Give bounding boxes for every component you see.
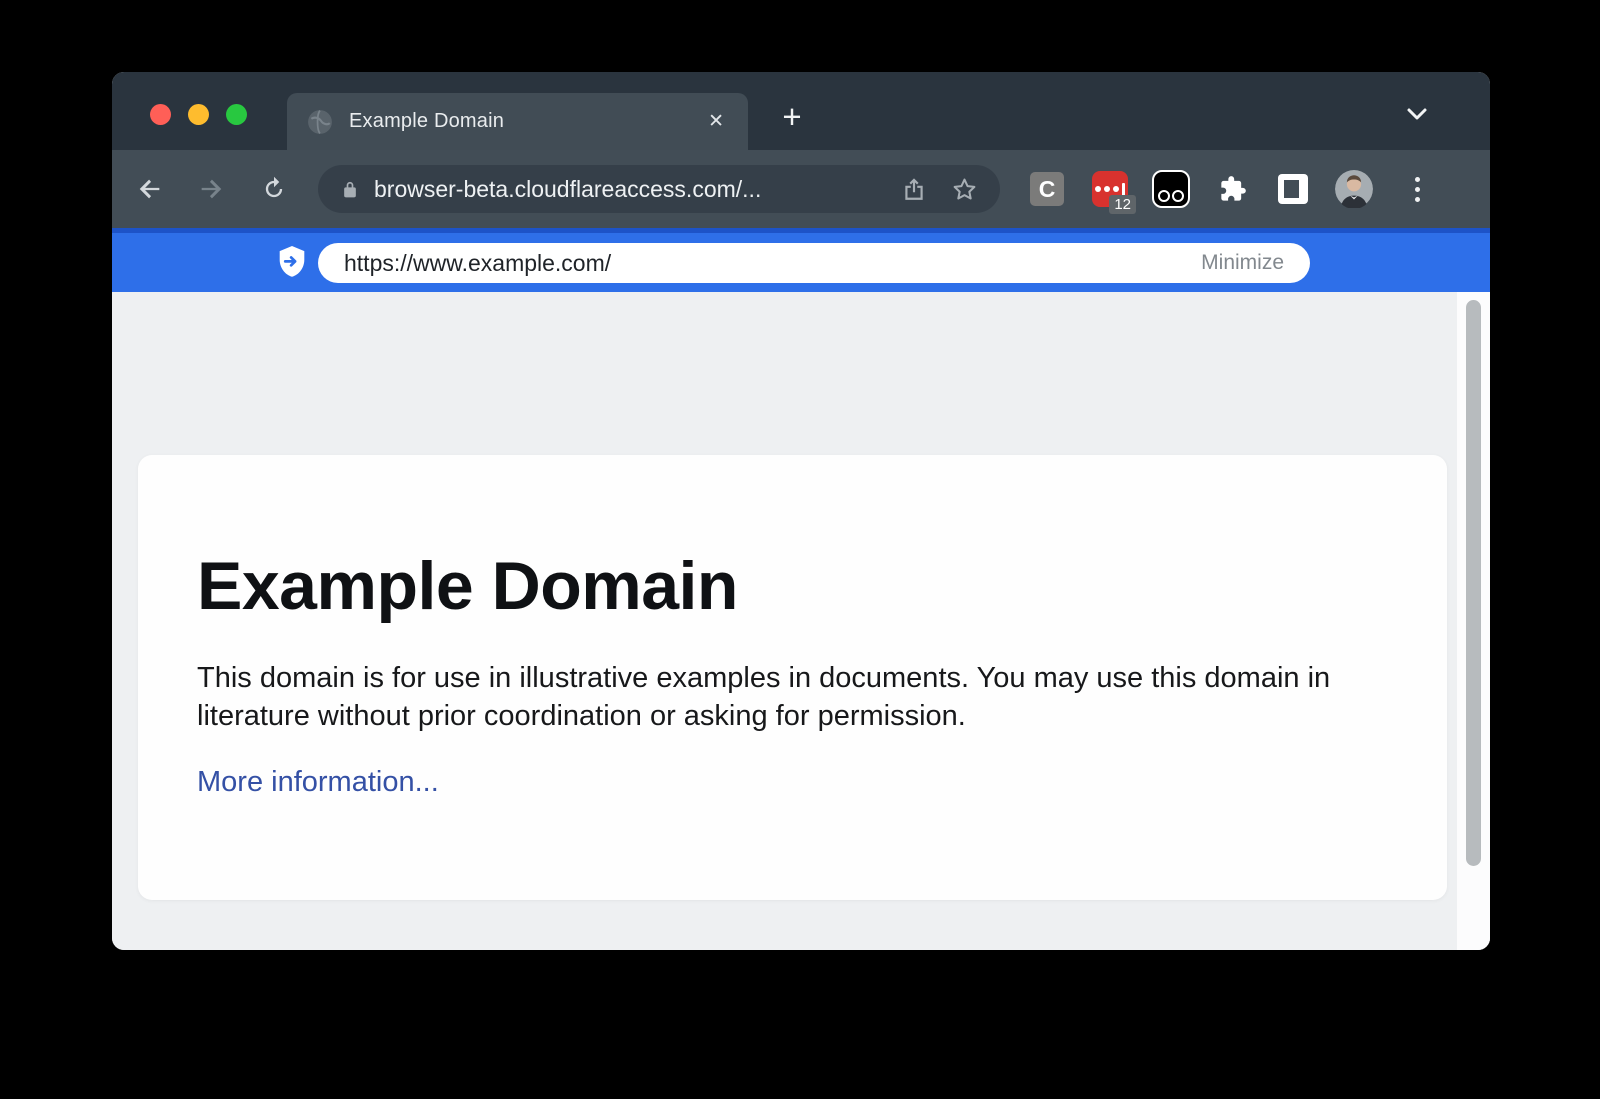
back-icon[interactable] <box>136 175 164 203</box>
isolation-shield-icon <box>277 246 307 278</box>
page-paragraph: This domain is for use in illustrative e… <box>197 659 1347 735</box>
side-panel-icon[interactable] <box>1274 170 1312 208</box>
browser-menu-kebab-icon[interactable] <box>1398 170 1436 208</box>
puzzle-icon <box>1219 175 1247 203</box>
bookmark-star-icon[interactable] <box>951 176 978 203</box>
close-window-button[interactable] <box>150 104 171 125</box>
goggles-icon <box>1152 170 1190 208</box>
kebab-dots-icon <box>1415 177 1420 202</box>
page-heading: Example Domain <box>197 547 1388 625</box>
scrollbar-track[interactable] <box>1457 292 1490 950</box>
tab-strip: Example Domain ✕ + <box>112 72 1490 150</box>
zoom-window-button[interactable] <box>226 104 247 125</box>
address-bar[interactable]: browser-beta.cloudflareaccess.com/... <box>318 165 1000 213</box>
reload-icon[interactable] <box>260 175 288 203</box>
tab-search-chevron-icon[interactable] <box>1403 103 1431 125</box>
password-dots-icon: 12 <box>1092 171 1128 207</box>
active-tab[interactable]: Example Domain ✕ <box>287 93 748 150</box>
traffic-lights <box>150 104 247 125</box>
forward-icon[interactable] <box>197 175 225 203</box>
profile-avatar[interactable] <box>1335 170 1373 208</box>
address-url[interactable]: browser-beta.cloudflareaccess.com/... <box>374 176 889 203</box>
browser-window: Example Domain ✕ + browser-beta.cloudfla… <box>112 72 1490 950</box>
lock-icon <box>340 177 360 201</box>
c-extension-icon[interactable]: C <box>1028 170 1066 208</box>
goggles-extension-icon[interactable] <box>1152 170 1190 208</box>
browser-toolbar: browser-beta.cloudflareaccess.com/... C … <box>112 150 1490 228</box>
minimize-window-button[interactable] <box>188 104 209 125</box>
password-extension-icon[interactable]: 12 <box>1091 170 1129 208</box>
minimize-isolation-button[interactable]: Minimize <box>1201 251 1284 275</box>
tab-title: Example Domain <box>349 110 504 133</box>
close-tab-icon[interactable]: ✕ <box>704 108 728 135</box>
more-information-link[interactable]: More information... <box>197 766 439 799</box>
globe-favicon-icon <box>307 109 333 135</box>
scrollbar-thumb[interactable] <box>1466 300 1481 866</box>
panel-glyph-icon <box>1278 174 1308 204</box>
isolated-url-field[interactable]: https://www.example.com/ Minimize <box>318 243 1310 283</box>
content-card: Example Domain This domain is for use in… <box>138 455 1447 900</box>
extension-badge: 12 <box>1109 195 1136 214</box>
new-tab-button[interactable]: + <box>774 100 810 136</box>
isolation-bar: https://www.example.com/ Minimize <box>112 228 1490 292</box>
page-viewport: Example Domain This domain is for use in… <box>112 292 1490 950</box>
share-icon[interactable] <box>901 175 927 203</box>
c-extension-label: C <box>1030 172 1064 206</box>
extensions-puzzle-icon[interactable] <box>1214 170 1252 208</box>
isolated-url-text[interactable]: https://www.example.com/ <box>344 250 1201 277</box>
avatar-image <box>1335 169 1373 209</box>
